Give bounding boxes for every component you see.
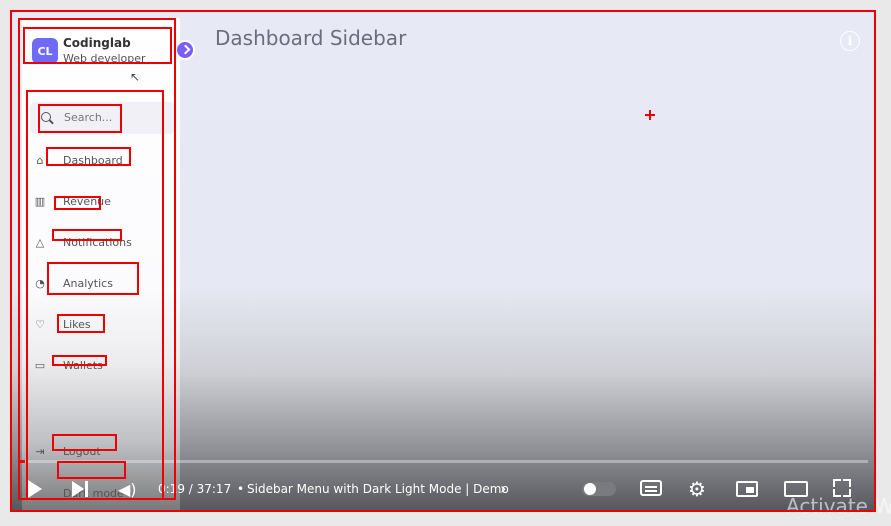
video-player[interactable]: CL Codinglab Web developer ↖ Search... ⌂… <box>10 10 876 512</box>
play-icon[interactable] <box>28 480 42 498</box>
sidebar-item-label: Wallets <box>63 359 103 372</box>
chapter-separator: • <box>237 482 245 496</box>
brand-name: Codinglab <box>63 36 131 50</box>
sidebar-item-dashboard[interactable]: ⌂ Dashboard <box>30 151 175 173</box>
miniplayer-icon[interactable] <box>736 481 758 497</box>
autoplay-toggle[interactable] <box>582 482 616 496</box>
search-input[interactable]: Search... <box>64 111 112 124</box>
time-display: 0:19 / 37:17 <box>158 482 232 496</box>
search-box[interactable]: Search... <box>30 102 175 134</box>
progress-bar[interactable] <box>18 460 868 463</box>
sidebar-item-label: Likes <box>63 318 91 331</box>
sidebar-item-label: Dashboard <box>63 154 123 167</box>
progress-fill <box>18 460 26 463</box>
brand-role: Web developer <box>63 52 146 65</box>
volume-icon[interactable]: ◀) <box>118 480 137 499</box>
sidebar-toggle-button[interactable] <box>177 42 193 58</box>
mouse-cursor-icon: ↖ <box>130 70 141 84</box>
sidebar: CL Codinglab Web developer ↖ Search... ⌂… <box>22 18 193 512</box>
next-icon[interactable] <box>72 481 90 497</box>
chevron-right-icon[interactable]: › <box>500 479 506 498</box>
subtitles-icon[interactable] <box>640 480 662 496</box>
logout-icon: ⇥ <box>35 444 45 458</box>
sidebar-item-wallets[interactable]: ▭ Wallets <box>30 356 175 378</box>
pie-chart-icon: ◔ <box>35 276 45 290</box>
sidebar-item-revenue[interactable]: ▥ Revenue <box>30 192 175 214</box>
bell-icon: △ <box>35 235 45 249</box>
page-title: Dashboard Sidebar <box>215 26 407 50</box>
sidebar-item-label: Logout <box>63 445 101 458</box>
sidebar-item-likes[interactable]: ♡ Likes <box>30 315 175 337</box>
sidebar-item-analytics[interactable]: ◔ Analytics <box>30 274 175 296</box>
player-controls: ◀) 0:19 / 37:17 • Sidebar Menu with Dark… <box>10 472 876 508</box>
home-icon: ⌂ <box>36 153 44 167</box>
sidebar-item-label: Revenue <box>63 195 111 208</box>
gear-icon[interactable]: ⚙ <box>688 477 706 501</box>
sidebar-item-label: Notifications <box>63 236 132 249</box>
info-icon[interactable]: i <box>840 31 860 51</box>
screen: CL Codinglab Web developer ↖ Search... ⌂… <box>0 0 891 526</box>
bar-chart-icon: ▥ <box>34 194 46 208</box>
wallet-icon: ▭ <box>34 358 46 372</box>
sidebar-item-notifications[interactable]: △ Notifications <box>30 233 175 255</box>
activate-windows-watermark: Activate W <box>786 494 891 518</box>
search-icon <box>41 112 51 122</box>
crosshair-marker <box>645 110 655 120</box>
sidebar-item-label: Analytics <box>63 277 113 290</box>
heart-icon: ♡ <box>35 317 45 331</box>
brand-logo: CL <box>32 38 58 64</box>
chapter-title[interactable]: Sidebar Menu with Dark Light Mode | Demo <box>247 482 509 496</box>
